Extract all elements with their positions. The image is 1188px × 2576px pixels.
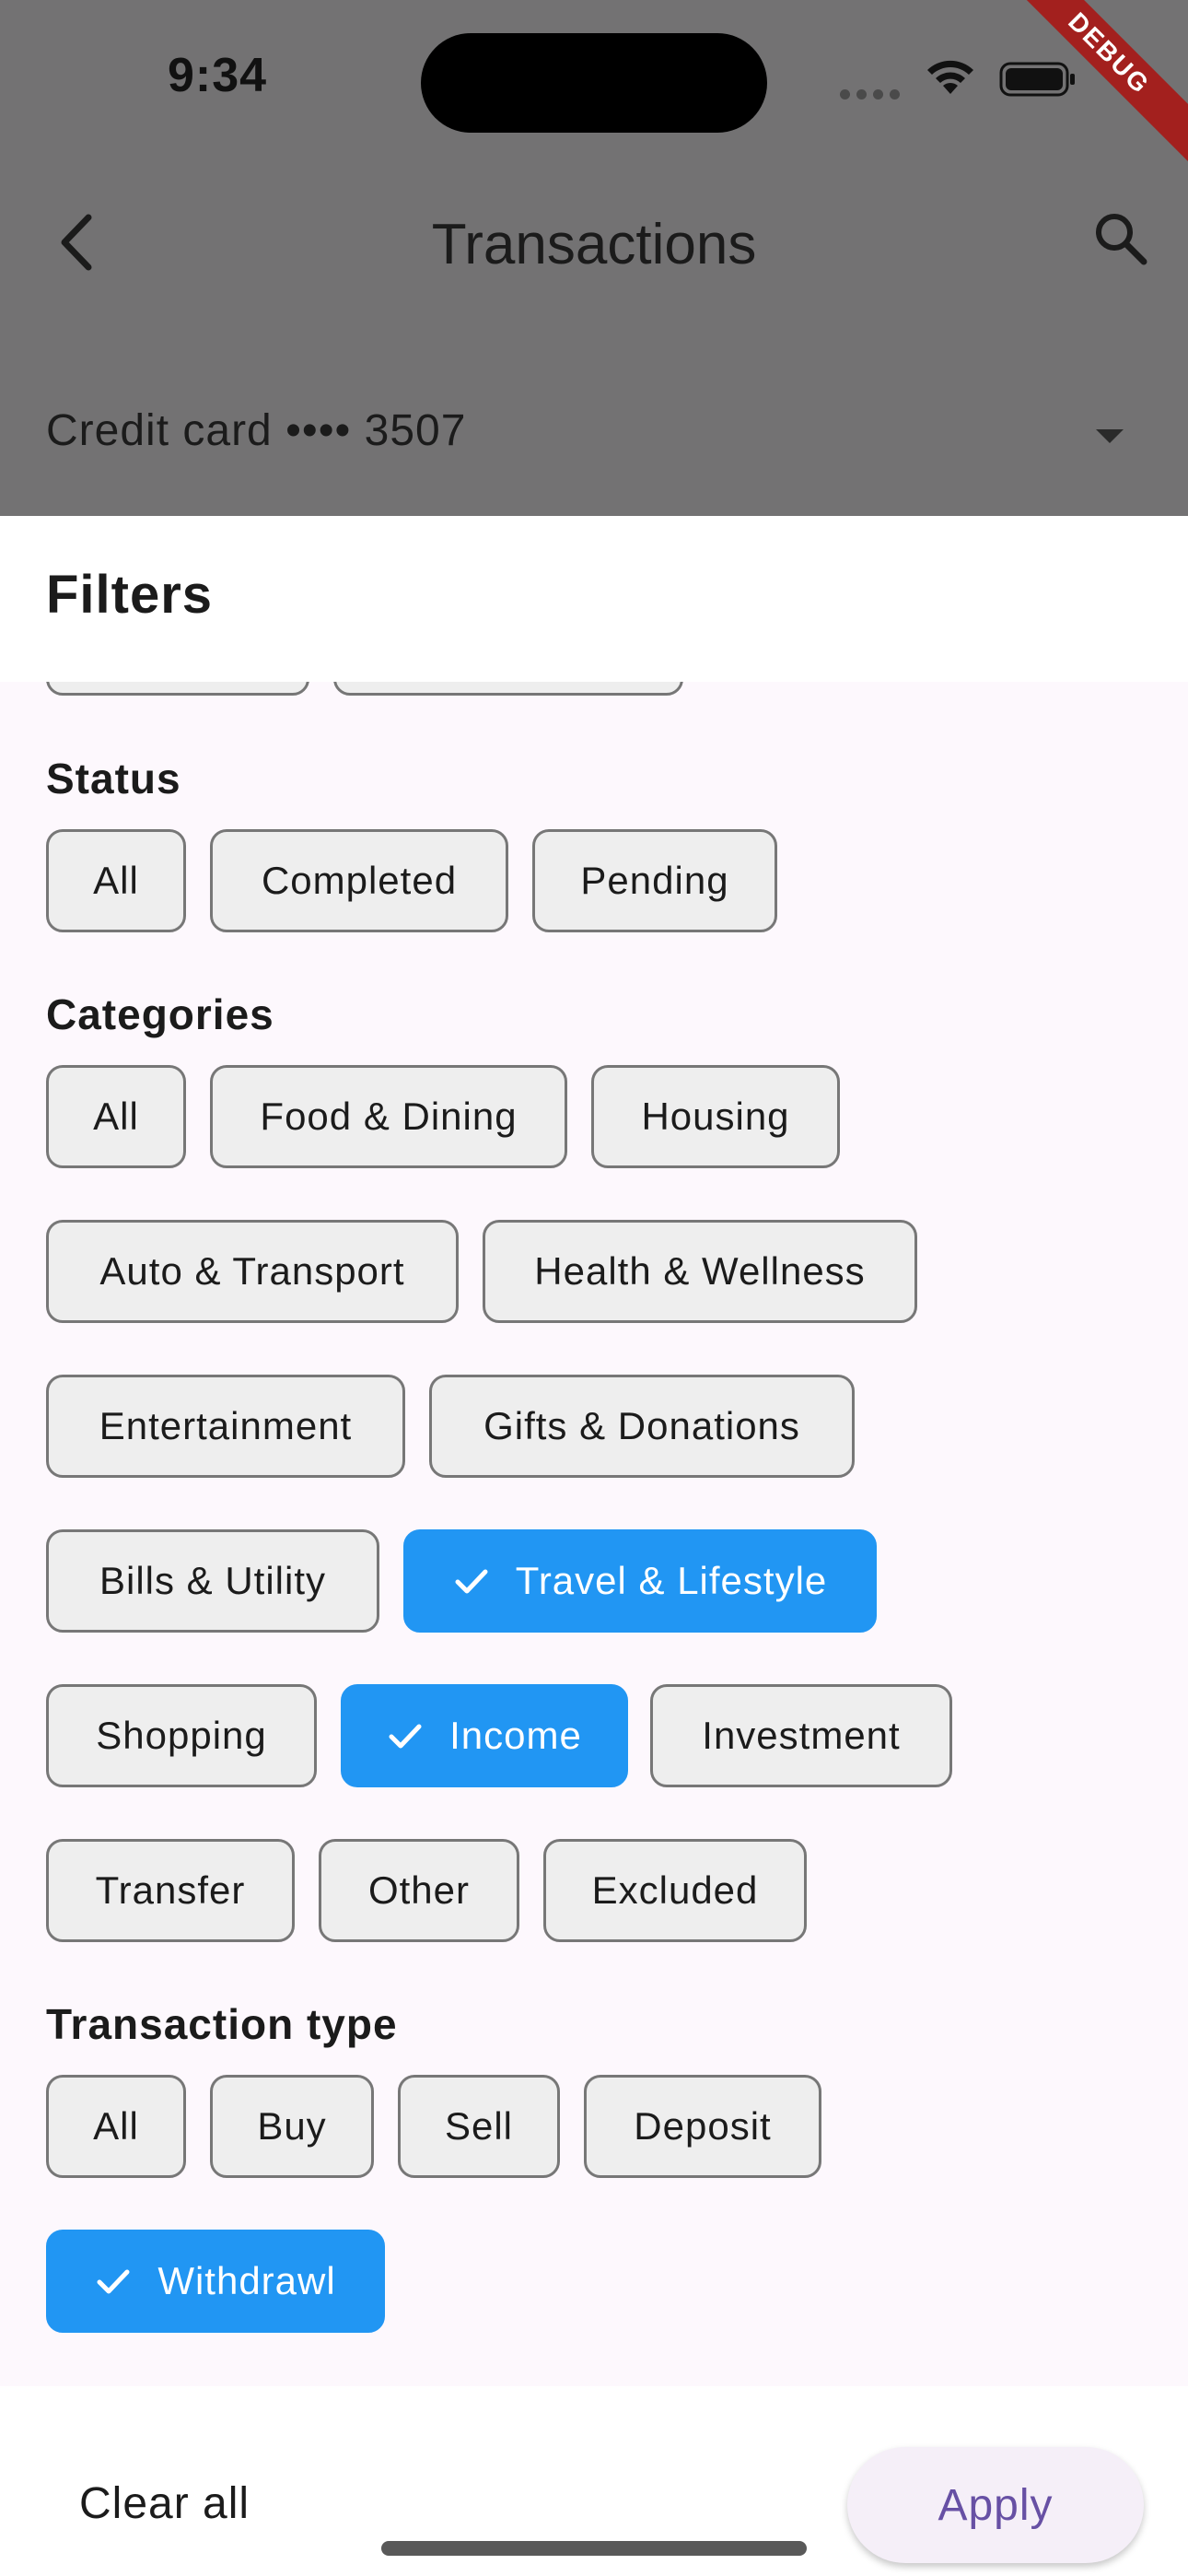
chip-label: Health & Wellness bbox=[534, 1249, 866, 1293]
chip-category-other[interactable]: Other bbox=[319, 1839, 519, 1942]
account-selector[interactable]: Credit card •••• 3507 bbox=[0, 387, 1188, 479]
chip-label: Sell bbox=[444, 2104, 514, 2148]
account-label: Credit card •••• 3507 bbox=[46, 406, 467, 455]
chip-category-income[interactable]: Income bbox=[341, 1684, 628, 1787]
chip-category-health-wellness[interactable]: Health & Wellness bbox=[483, 1220, 917, 1323]
chip-label: Shopping bbox=[96, 1714, 267, 1757]
check-icon bbox=[389, 1724, 422, 1749]
page-title: Transactions bbox=[431, 213, 757, 276]
chip-category-auto-transport[interactable]: Auto & Transport bbox=[46, 1220, 459, 1323]
chip-category-bills-utility[interactable]: Bills & Utility bbox=[46, 1529, 379, 1633]
check-icon bbox=[455, 1569, 488, 1594]
chip-label: Excluded bbox=[591, 1868, 759, 1912]
chip-label: Buy bbox=[257, 2104, 327, 2148]
chip-label: Bills & Utility bbox=[99, 1559, 327, 1602]
chip-category-travel-lifestyle[interactable]: Travel & Lifestyle bbox=[403, 1529, 877, 1633]
chip-status-pending[interactable]: Pending bbox=[532, 829, 777, 932]
chip-label: All bbox=[93, 2104, 139, 2148]
chip-category-transfer[interactable]: Transfer bbox=[46, 1839, 295, 1942]
chip-type-withdrawl[interactable]: Withdrawl bbox=[46, 2230, 385, 2333]
chip-status-completed[interactable]: Completed bbox=[210, 829, 508, 932]
search-icon[interactable] bbox=[1092, 210, 1149, 267]
chip-label: Withdrawl bbox=[157, 2259, 336, 2302]
apply-button[interactable]: Apply bbox=[847, 2447, 1144, 2563]
chip-label: Other bbox=[367, 1868, 471, 1912]
chip-type-all[interactable]: All bbox=[46, 2075, 186, 2178]
chip-status-all[interactable]: All bbox=[46, 829, 186, 932]
chip-category-gifts-donations[interactable]: Gifts & Donations bbox=[429, 1375, 855, 1478]
chip-label: Entertainment bbox=[99, 1404, 353, 1447]
dynamic-island bbox=[421, 33, 767, 133]
chip-label: Deposit bbox=[634, 2104, 772, 2148]
chip-category-entertainment[interactable]: Entertainment bbox=[46, 1375, 405, 1478]
screen: 9:34 DEBUG Transactions Credit card ••••… bbox=[0, 0, 1188, 2576]
chip-category-shopping[interactable]: Shopping bbox=[46, 1684, 317, 1787]
chip-label: Gifts & Donations bbox=[483, 1404, 800, 1447]
wifi-icon bbox=[927, 60, 973, 94]
filters-sheet: Filters Status All Completed Pending Cat… bbox=[0, 516, 1188, 2576]
chip-label: Pending bbox=[580, 859, 729, 902]
status-bar: 9:34 DEBUG bbox=[0, 0, 1188, 166]
chip-label: All bbox=[93, 859, 139, 902]
chip-category-all[interactable]: All bbox=[46, 1065, 186, 1168]
section-title-categories: Categories bbox=[46, 990, 274, 1038]
check-icon bbox=[97, 2269, 130, 2294]
chip-type-buy[interactable]: Buy bbox=[210, 2075, 374, 2178]
chip-label: Transfer bbox=[95, 1868, 246, 1912]
section-title-status: Status bbox=[46, 755, 181, 802]
home-indicator[interactable] bbox=[381, 2541, 807, 2556]
dropdown-arrow-icon bbox=[1096, 429, 1124, 443]
chip-label: Income bbox=[449, 1714, 582, 1757]
sheet-header: Filters bbox=[0, 516, 1188, 682]
chip-category-housing[interactable]: Housing bbox=[591, 1065, 840, 1168]
signal-icon bbox=[840, 88, 906, 104]
chip-label: Auto & Transport bbox=[99, 1249, 405, 1293]
sheet-title: Filters bbox=[46, 565, 214, 625]
chip-label: Investment bbox=[702, 1714, 901, 1757]
chip-label: All bbox=[93, 1095, 139, 1138]
chip-type-sell[interactable]: Sell bbox=[398, 2075, 560, 2178]
chip-label: Food & Dining bbox=[260, 1095, 518, 1138]
chip-label: Completed bbox=[261, 859, 458, 902]
transactions-screen-dimmed: 9:34 DEBUG Transactions Credit card ••••… bbox=[0, 0, 1188, 516]
app-bar: Transactions bbox=[0, 184, 1188, 304]
clear-all-button[interactable]: Clear all bbox=[79, 2478, 250, 2529]
status-time: 9:34 bbox=[168, 49, 268, 102]
chip-category-investment[interactable]: Investment bbox=[650, 1684, 952, 1787]
chip-type-deposit[interactable]: Deposit bbox=[584, 2075, 821, 2178]
chip-category-food-dining[interactable]: Food & Dining bbox=[210, 1065, 567, 1168]
chip-category-excluded[interactable]: Excluded bbox=[543, 1839, 807, 1942]
section-title-transaction-type: Transaction type bbox=[46, 2000, 398, 2048]
chip-label: Housing bbox=[641, 1095, 790, 1138]
chip-label: Travel & Lifestyle bbox=[515, 1559, 828, 1602]
battery-icon bbox=[999, 62, 1075, 97]
